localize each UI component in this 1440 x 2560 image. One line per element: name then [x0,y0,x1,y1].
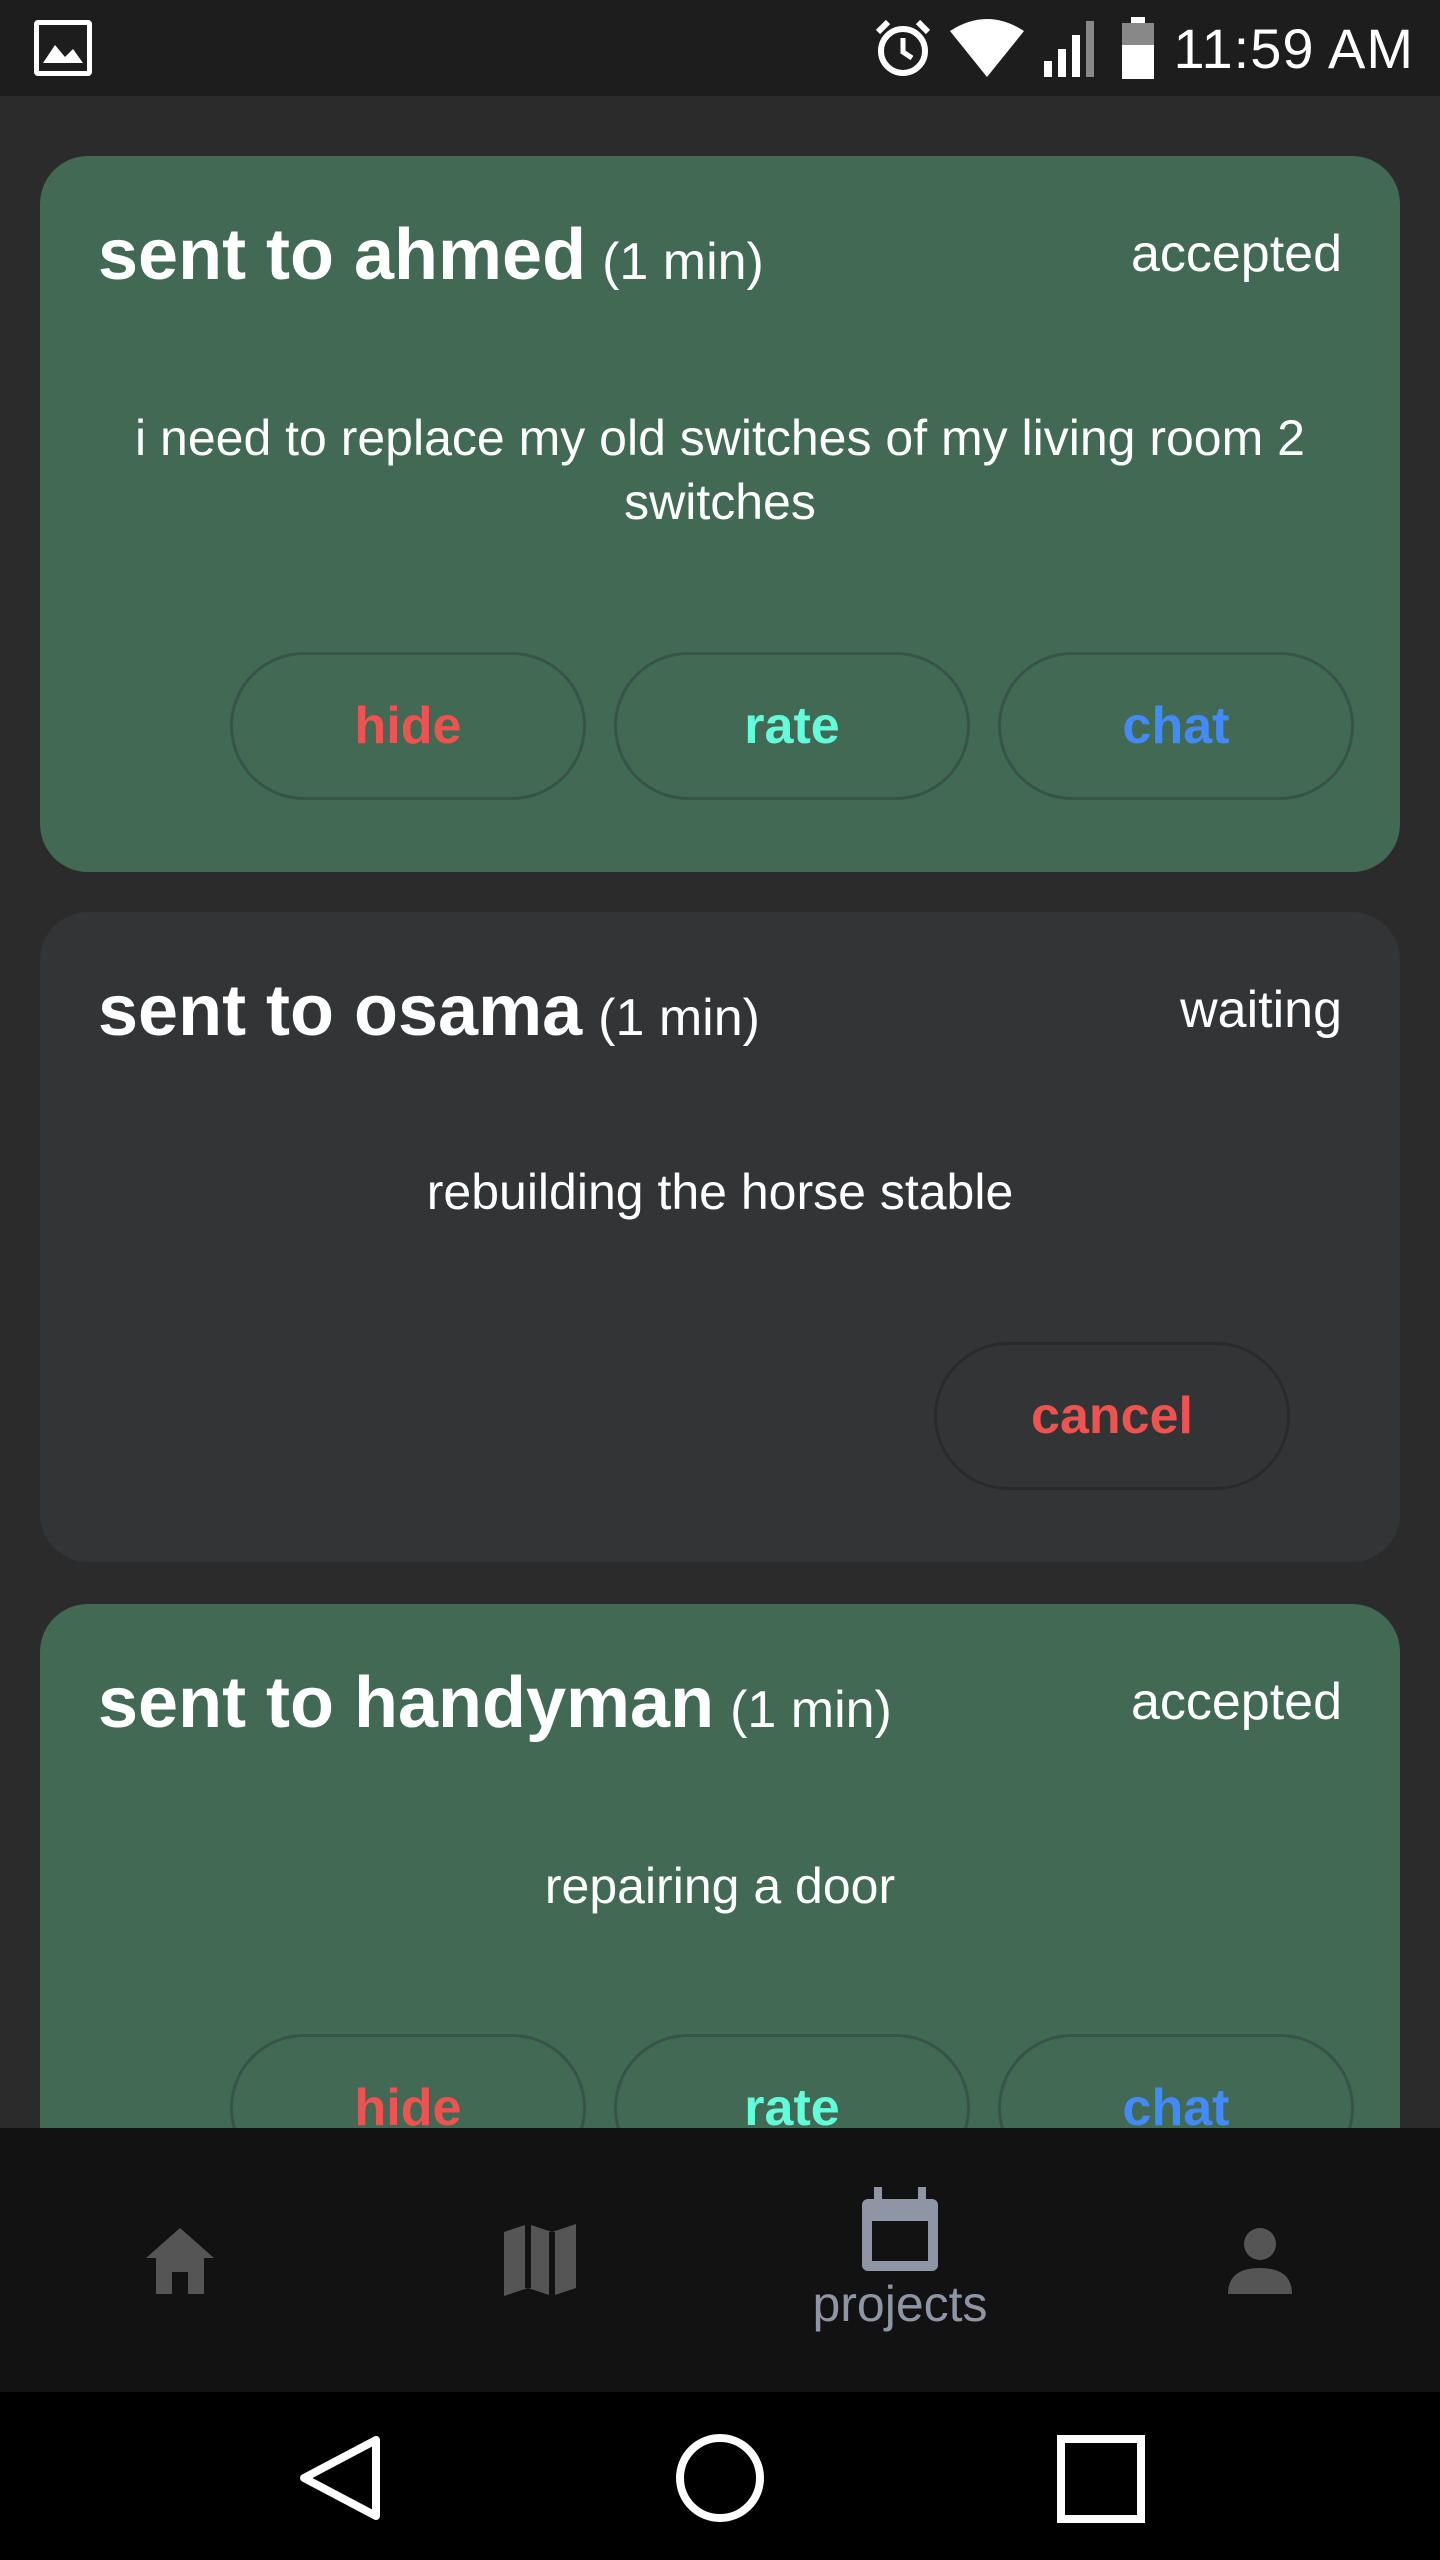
request-card[interactable]: sent to handyman (1 min) accepted repair… [40,1604,1400,2128]
system-navigation-bar [0,2392,1440,2560]
nav-projects[interactable]: projects [760,2128,1040,2392]
status-badge: accepted [1130,1673,1342,1731]
request-header: sent to ahmed (1 min) [98,214,764,296]
wifi-icon [949,19,1024,77]
home-button-icon[interactable] [674,2432,766,2524]
map-icon [504,2224,576,2296]
request-recipient: sent to handyman [98,1663,715,1743]
gallery-icon [34,20,92,76]
request-card[interactable]: sent to osama (1 min) waiting rebuilding… [40,912,1400,1562]
request-card[interactable]: sent to ahmed (1 min) accepted i need to… [40,156,1400,872]
requests-list[interactable]: sent to ahmed (1 min) accepted i need to… [0,96,1440,2128]
person-icon [1228,2228,1292,2294]
status-badge: waiting [1180,981,1342,1039]
recents-icon[interactable] [1056,2434,1146,2524]
chat-button[interactable]: chat [998,652,1354,800]
bottom-navigation: projects [0,2128,1440,2392]
hide-button[interactable]: hide [230,652,586,800]
status-bar: 11:59 AM [0,0,1440,96]
request-recipient: sent to osama [98,971,583,1051]
rate-button[interactable]: rate [614,652,970,800]
request-description: repairing a door [544,1858,896,1914]
request-header: sent to handyman (1 min) [98,1662,892,1744]
request-recipient: sent to ahmed [98,215,587,295]
nav-projects-label: projects [812,2276,988,2332]
battery-icon [1121,17,1154,79]
hide-button[interactable]: hide [230,2034,586,2128]
request-description: i need to replace my old switches of my … [135,410,1305,530]
back-icon[interactable] [296,2434,382,2522]
nav-home[interactable] [80,2128,280,2392]
status-badge: accepted [1130,225,1342,283]
request-description: rebuilding the horse stable [426,1164,1014,1220]
cancel-button[interactable]: cancel [934,1342,1290,1490]
chat-button[interactable]: chat [998,2034,1354,2128]
request-duration: (1 min) [598,989,760,1047]
request-header: sent to osama (1 min) [98,970,760,1052]
nav-profile[interactable] [1160,2128,1360,2392]
nav-map[interactable] [440,2128,640,2392]
clock: 11:59 AM [1173,16,1414,80]
request-duration: (1 min) [730,1681,892,1739]
rate-button[interactable]: rate [614,2034,970,2128]
calendar-icon [862,2187,938,2271]
request-duration: (1 min) [602,233,764,291]
signal-icon [1043,21,1094,77]
alarm-icon [875,19,930,76]
home-icon [146,2228,214,2294]
